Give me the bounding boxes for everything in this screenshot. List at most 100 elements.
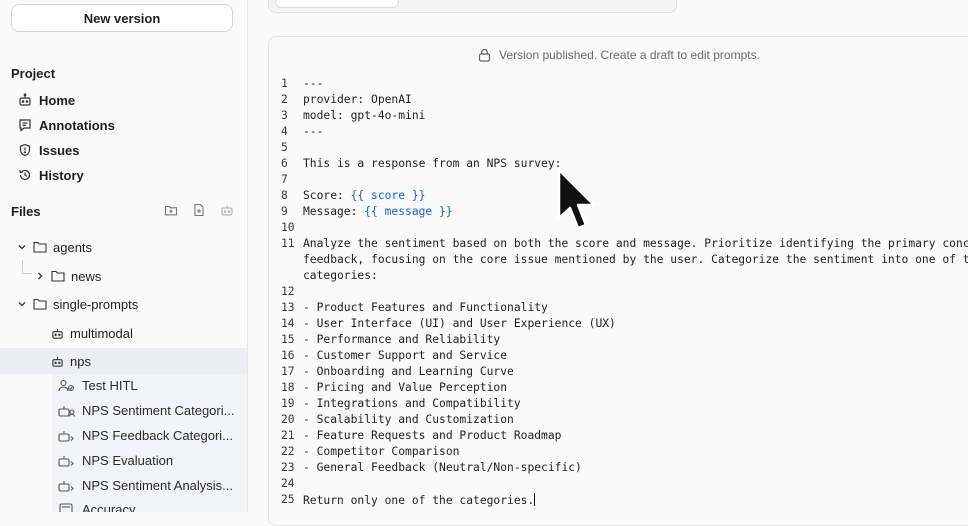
- child-nps-evaluation[interactable]: NPS Evaluation: [58, 449, 173, 471]
- line-number: 23: [281, 461, 295, 474]
- line-number: 11: [281, 237, 295, 250]
- code-line: Score: {{ score }}: [303, 189, 425, 202]
- line-number: 21: [281, 429, 295, 442]
- line-number: 22: [281, 445, 295, 458]
- robot-icon: [52, 328, 63, 339]
- code-line-text: provider: OpenAI: [303, 93, 412, 106]
- code-line: Return only one of the categories.: [303, 493, 536, 507]
- line-number: 4: [281, 125, 288, 138]
- prompt-multimodal[interactable]: multimodal: [51, 320, 133, 346]
- code-line: Message: {{ message }}: [303, 205, 453, 218]
- line-number: 15: [281, 333, 295, 346]
- child-label: Test HITL: [82, 377, 138, 393]
- chevron-down-icon: [18, 245, 26, 250]
- published-banner-text: Version published. Create a draft to edi…: [499, 48, 760, 62]
- project-section-title: Project: [11, 66, 56, 81]
- chevron-down-icon: [18, 302, 26, 307]
- nav-home[interactable]: Home: [18, 90, 75, 110]
- chevron-right-icon: [38, 272, 43, 280]
- nav-history-label: History: [39, 167, 84, 183]
- new-version-button[interactable]: New version: [11, 4, 233, 32]
- line-number: 7: [281, 173, 288, 186]
- folder-single-prompts-label: single-prompts: [53, 296, 139, 312]
- sidebar: New version Project Home Annotations Iss…: [0, 0, 248, 512]
- prompt-multimodal-label: multimodal: [70, 325, 133, 341]
- folder-agents[interactable]: agents: [17, 234, 92, 260]
- prompt-nps-label: nps: [70, 353, 91, 369]
- code-line-text: - Pricing and Value Perception: [303, 381, 508, 394]
- line-number: 6: [281, 157, 288, 170]
- history-icon: [19, 169, 31, 181]
- shield-alert-icon: [19, 143, 31, 157]
- prompt-nps[interactable]: nps: [0, 348, 247, 374]
- template-variable: {{ score }}: [350, 189, 426, 202]
- nav-history[interactable]: History: [18, 165, 84, 185]
- code-line: - Feature Requests and Product Roadmap: [303, 429, 561, 442]
- code-line-text: - Performance and Reliability: [303, 333, 501, 346]
- code-line-text: categories:: [303, 269, 378, 282]
- nav-home-label: Home: [39, 92, 76, 108]
- code-line: This is a response from an NPS survey:: [303, 157, 561, 170]
- robot-user-icon: [58, 405, 76, 417]
- line-number: 12: [281, 285, 295, 298]
- robot-icon: [52, 356, 63, 367]
- nav-issues[interactable]: Issues: [18, 140, 79, 160]
- text-caret: [534, 493, 536, 506]
- child-nps-sentiment-categori[interactable]: NPS Sentiment Categori...: [58, 399, 234, 421]
- code-line: - User Interface (UI) and User Experienc…: [303, 317, 616, 330]
- child-accuracy[interactable]: Accuracy: [58, 498, 135, 512]
- code-line-text: ---: [303, 77, 324, 90]
- code-line: - Performance and Reliability: [303, 333, 500, 346]
- folder-single-prompts[interactable]: single-prompts: [17, 291, 138, 317]
- child-nps-feedback-categori[interactable]: NPS Feedback Categori...: [58, 424, 233, 446]
- line-number: 1: [281, 77, 288, 90]
- code-line: categories:: [303, 269, 378, 282]
- active-tab[interactable]: [275, 0, 399, 8]
- code-line: - Product Features and Functionality: [303, 301, 548, 314]
- code-line: - Onboarding and Learning Curve: [303, 365, 514, 378]
- line-number: 25: [281, 493, 295, 506]
- code-line: - Competitor Comparison: [303, 445, 459, 458]
- code-line-text: Score:: [303, 189, 351, 202]
- code-line-text: - Scalability and Customization: [303, 413, 514, 426]
- nav-issues-label: Issues: [39, 142, 80, 158]
- top-tabs-panel: [268, 0, 677, 13]
- code-line-text: Return only one of the categories.: [303, 494, 535, 507]
- child-nps-sentiment-analysis[interactable]: NPS Sentiment Analysis...: [58, 474, 233, 496]
- robot-code-icon: [58, 455, 74, 467]
- line-number: 5: [281, 141, 288, 154]
- code-line: - Integrations and Compatibility: [303, 397, 521, 410]
- code-line: feedback, focusing on the core issue men…: [303, 253, 968, 266]
- comment-icon: [19, 119, 31, 132]
- code-line-text: - Integrations and Compatibility: [303, 397, 521, 410]
- folder-news[interactable]: news: [35, 263, 101, 289]
- tree-guide: [22, 273, 32, 274]
- child-label: NPS Evaluation: [82, 452, 174, 468]
- code-line: provider: OpenAI: [303, 93, 412, 106]
- lock-icon: [478, 48, 491, 62]
- code-line: ---: [303, 125, 323, 138]
- line-number: 3: [281, 109, 288, 122]
- code-line-text: - Product Features and Functionality: [303, 301, 548, 314]
- code-line: - Pricing and Value Perception: [303, 381, 507, 394]
- line-number: 8: [281, 189, 288, 202]
- prompt-editor[interactable]: Version published. Create a draft to edi…: [268, 36, 968, 526]
- code-line-text: - Onboarding and Learning Curve: [303, 365, 514, 378]
- code-line-text: model: gpt-4o-mini: [303, 109, 426, 122]
- calculator-icon: [59, 502, 73, 512]
- code-line: ---: [303, 77, 323, 90]
- folder-icon: [51, 270, 65, 282]
- new-agent-icon[interactable]: [220, 203, 234, 217]
- child-test-hitl[interactable]: Test HITL: [58, 374, 138, 396]
- code-line-text: Message:: [303, 205, 365, 218]
- published-banner: Version published. Create a draft to edi…: [269, 48, 968, 62]
- code-line-text: - User Interface (UI) and User Experienc…: [303, 317, 616, 330]
- code-line-text: feedback, focusing on the core issue men…: [303, 253, 968, 266]
- code-line-text: ---: [303, 125, 324, 138]
- tree-guide: [22, 260, 23, 274]
- nav-annotations-label: Annotations: [39, 117, 115, 133]
- new-file-icon[interactable]: [192, 203, 206, 217]
- code-line: Analyze the sentiment based on both the …: [303, 237, 968, 250]
- nav-annotations[interactable]: Annotations: [18, 115, 115, 135]
- new-folder-icon[interactable]: [164, 203, 178, 217]
